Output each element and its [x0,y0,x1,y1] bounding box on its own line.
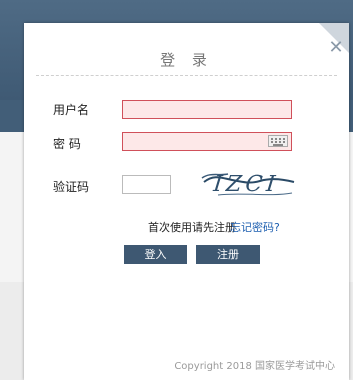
keyboard-icon[interactable] [268,135,288,147]
password-input[interactable] [122,132,292,151]
forgot-password-link[interactable]: 忘记密码? [230,219,280,235]
username-input[interactable] [122,100,292,119]
captcha-text: IZCI [211,172,280,197]
dialog-title: 登 录 [160,51,213,69]
login-button[interactable]: 登入 [124,245,187,264]
captcha-image[interactable]: IZCI [200,168,296,200]
captcha-input[interactable] [122,175,171,194]
password-label: 密 码 [53,137,81,151]
register-button[interactable]: 注册 [196,245,260,264]
register-tip: 首次使用请先注册 [148,221,236,234]
captcha-label: 验证码 [53,180,90,194]
username-label: 用户名 [53,103,90,117]
title-divider [36,75,337,76]
copyright-text: Copyright 2018 国家医学考试中心 [174,361,335,372]
login-dialog: ✕ 登 录 用户名 密 码 验证码 IZCI 首次使用请先注册 忘记密码? 登入… [24,23,349,380]
